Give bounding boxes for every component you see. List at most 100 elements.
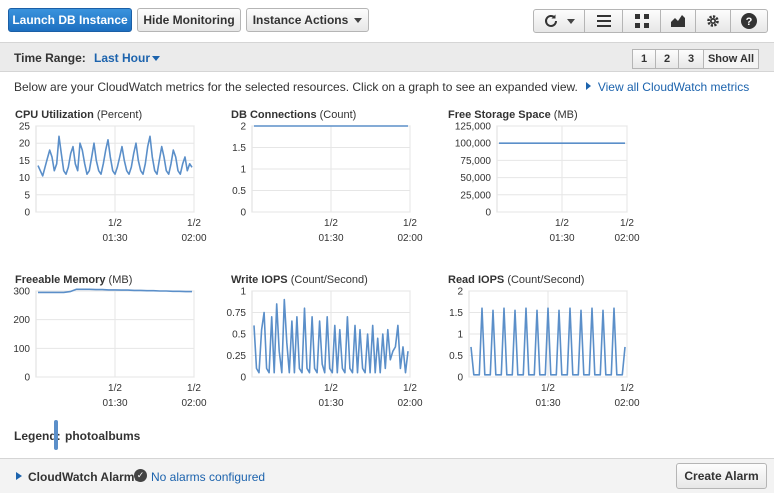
- create-alarm-label: Create Alarm: [684, 469, 759, 483]
- grid-view-button[interactable]: [622, 9, 661, 33]
- legend-series-name: photoalbums: [65, 429, 141, 443]
- x-tick-label: 1/2: [620, 383, 634, 394]
- chart-db-connections[interactable]: DB Connections (Count) 2 1.5 1 0.5 0 1/2 01:30…: [230, 109, 440, 259]
- x-tick-label: 02:00: [614, 398, 639, 409]
- x-tick-label: 1/2: [620, 218, 634, 229]
- settings-button[interactable]: [695, 9, 731, 33]
- chart-read-iops[interactable]: Read IOPS (Count/Second) 2 1.5 1 0.5 0 1/2 01:…: [447, 274, 657, 424]
- x-tick-label: 01:30: [318, 233, 343, 244]
- refresh-icon: [545, 14, 557, 27]
- y-tick-label: 1: [240, 165, 246, 176]
- metrics-info-text: Below are your CloudWatch metrics for th…: [14, 80, 578, 94]
- x-tick-label: 1/2: [187, 218, 201, 229]
- y-tick-label: 25,000: [460, 190, 491, 201]
- metrics-info: Below are your CloudWatch metrics for th…: [14, 80, 749, 94]
- view-all-metrics-link[interactable]: View all CloudWatch metrics: [598, 80, 749, 94]
- time-range-label: Time Range:: [14, 51, 86, 65]
- chart-title: Write IOPS (Count/Second): [231, 274, 368, 286]
- chart-free-storage-space[interactable]: Free Storage Space (MB) 125,000 100,000 75…: [447, 109, 657, 259]
- chart-title: Freeable Memory (MB): [15, 274, 133, 286]
- caret-right-icon: [585, 82, 591, 90]
- y-tick-label: 0: [240, 208, 246, 219]
- cloudwatch-alarms-bar: CloudWatch Alarms: ✓ No alarms configure…: [0, 458, 774, 493]
- write-iops-plot: 1 0.75 0.5 0.25 0 1/2 01:30 1/2 02:00: [227, 287, 423, 410]
- y-tick-label: 0: [24, 373, 30, 384]
- y-tick-label: 5: [24, 190, 30, 201]
- chart-freeable-memory[interactable]: Freeable Memory (MB) 300 200 100 0 1/2 01:30 1…: [13, 274, 224, 424]
- create-alarm-button[interactable]: Create Alarm: [676, 463, 767, 489]
- x-tick-label: 02:00: [614, 233, 639, 244]
- chart-write-iops[interactable]: Write IOPS (Count/Second) 1 0.75 0.5 0.25 0 1…: [227, 274, 440, 424]
- help-icon: ?: [741, 13, 757, 29]
- chart-icon: [671, 15, 685, 27]
- launch-db-instance-button[interactable]: Launch DB Instance: [8, 8, 132, 32]
- y-tick-label: 0.5: [232, 186, 246, 197]
- y-tick-label: 0.25: [227, 351, 247, 362]
- page-button-1[interactable]: 1: [632, 49, 656, 69]
- time-range-dropdown[interactable]: Last Hour: [94, 51, 150, 65]
- x-tick-label: 01:30: [102, 233, 127, 244]
- list-view-button[interactable]: [584, 9, 623, 33]
- gear-icon: [707, 15, 719, 27]
- x-tick-label: 02:00: [181, 398, 206, 409]
- y-tick-label: 15: [19, 156, 31, 167]
- free-storage-space-plot: 125,000 100,000 75,000 50,000 25,000 0 1/2 01:3…: [455, 122, 640, 245]
- y-tick-label: 10: [19, 173, 31, 184]
- x-tick-label: 1/2: [403, 383, 417, 394]
- y-tick-label: 25: [19, 122, 31, 133]
- x-tick-label: 01:30: [102, 398, 127, 409]
- page-button-3[interactable]: 3: [678, 49, 704, 69]
- instance-actions-button[interactable]: Instance Actions: [246, 8, 369, 32]
- page-button-2[interactable]: 2: [655, 49, 679, 69]
- y-tick-label: 0.75: [227, 308, 247, 319]
- x-tick-label: 01:30: [535, 398, 560, 409]
- alarms-status: No alarms configured: [151, 470, 266, 484]
- y-tick-label: 0: [485, 208, 491, 219]
- launch-db-instance-label: Launch DB Instance: [12, 13, 128, 27]
- y-tick-label: 2: [457, 287, 463, 298]
- x-tick-label: 1/2: [555, 218, 569, 229]
- y-tick-label: 1.5: [449, 308, 463, 319]
- hide-monitoring-label: Hide Monitoring: [143, 13, 235, 27]
- check-circle-icon: ✓: [134, 469, 147, 482]
- expand-alarms-icon[interactable]: [16, 472, 22, 480]
- x-tick-label: 02:00: [397, 233, 422, 244]
- monitoring-view-button[interactable]: [660, 9, 696, 33]
- refresh-button[interactable]: [533, 9, 585, 33]
- hide-monitoring-button[interactable]: Hide Monitoring: [137, 8, 241, 32]
- y-tick-label: 1: [457, 330, 463, 341]
- time-range-bar: Time Range: Last Hour 1 2 3 Show All: [0, 42, 774, 72]
- x-tick-label: 1/2: [187, 383, 201, 394]
- toolbar: Launch DB Instance Hide Monitoring Insta…: [0, 0, 774, 40]
- x-tick-label: 02:00: [397, 398, 422, 409]
- chart-cpu-utilization[interactable]: CPU Utilization (Percent) 25 20 15 10 5 0 1/2 0…: [14, 109, 224, 259]
- chevron-down-icon: [354, 17, 363, 23]
- help-button[interactable]: ?: [730, 9, 768, 33]
- y-tick-label: 2: [240, 122, 246, 133]
- grid-icon: [634, 14, 649, 28]
- list-icon: [596, 15, 611, 27]
- y-tick-label: 125,000: [455, 122, 492, 133]
- x-tick-label: 1/2: [108, 383, 122, 394]
- chevron-down-icon: [152, 56, 160, 61]
- x-tick-label: 1/2: [108, 218, 122, 229]
- y-tick-label: 1: [240, 287, 246, 298]
- instance-actions-label: Instance Actions: [252, 13, 349, 27]
- legend-swatch: [54, 420, 58, 450]
- cpu-utilization-plot: 25 20 15 10 5 0 1/2 01:30 1/2 02:00: [19, 122, 207, 245]
- y-tick-label: 100,000: [455, 139, 492, 150]
- freeable-memory-plot: 300 200 100 0 1/2 01:30 1/2 02:00: [13, 287, 207, 410]
- y-tick-label: 1.5: [232, 143, 246, 154]
- chart-title: Read IOPS (Count/Second): [448, 274, 585, 286]
- read-iops-plot: 2 1.5 1 0.5 0 1/2 01:30 1/2 02:00: [449, 287, 640, 410]
- y-tick-label: 300: [13, 287, 30, 298]
- svg-text:?: ?: [746, 16, 753, 28]
- show-all-button[interactable]: Show All: [703, 49, 759, 69]
- x-tick-label: 1/2: [324, 383, 338, 394]
- y-tick-label: 0.5: [449, 351, 463, 362]
- y-tick-label: 200: [13, 315, 30, 326]
- x-tick-label: 1/2: [403, 218, 417, 229]
- y-tick-label: 0: [457, 373, 463, 384]
- y-tick-label: 50,000: [460, 173, 491, 184]
- x-tick-label: 1/2: [541, 383, 555, 394]
